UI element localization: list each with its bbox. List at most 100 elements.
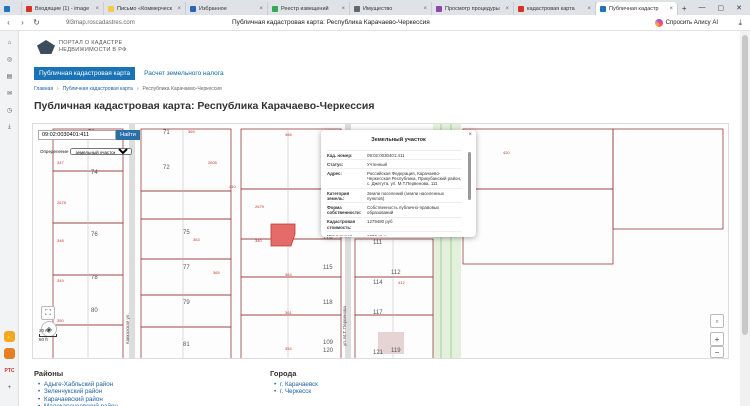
alice-panel-icon[interactable]: ◎ [4, 54, 15, 65]
tab-close-icon[interactable]: × [587, 6, 591, 12]
nav-land-tax[interactable]: Расчет земельного налога [139, 67, 228, 80]
list-link[interactable]: Адыге-Хабльский район [37, 381, 118, 389]
popup-row-key: Форма собственности: [327, 204, 362, 216]
hands-icon[interactable]: ✋ [4, 331, 15, 342]
minimize-icon[interactable]: — [699, 4, 706, 12]
history-icon[interactable]: ◷ [4, 105, 15, 116]
browser-tab[interactable]: Письмо «Коммерческ × [104, 2, 186, 15]
lot-number: 119 [391, 348, 401, 354]
popup-row-key: Кад. номер: [327, 152, 353, 158]
popup-title: Земельный участок [371, 137, 426, 143]
breadcrumb-home[interactable]: Главная [34, 86, 53, 92]
bookmarks-icon[interactable]: ▤ [4, 71, 15, 82]
roads [129, 124, 351, 358]
parcel-code: 2679 [255, 204, 265, 209]
tab-close-icon[interactable]: × [177, 6, 181, 12]
tab-close-icon[interactable]: × [259, 6, 263, 12]
rtc-icon[interactable]: PTC [4, 365, 15, 376]
tab-close-icon[interactable]: × [505, 6, 509, 12]
browser-tab[interactable]: Публичная кадастр × [596, 2, 678, 15]
regions-list: Адыге-Хабльский районЗеленчукский районК… [37, 381, 118, 406]
messenger-icon[interactable]: ✉ [4, 88, 15, 99]
popup-row: Кадастровая стоимость: 1279480 руб [327, 216, 462, 231]
list-link[interactable]: Карачаевский район [37, 396, 118, 404]
popup-close-icon[interactable]: × [468, 132, 472, 138]
parcel-code: 348 [57, 238, 64, 243]
tab-label: Реестр извещений [281, 5, 329, 12]
zoom-in-icon[interactable]: + [710, 332, 724, 346]
cadastral-map[interactable]: Кавказская ул. ул. М.Т. Первенова 707172… [32, 123, 729, 359]
lot-number: 71 [163, 130, 170, 136]
popup-row-value: Собственность публично-правовых образова… [367, 204, 440, 216]
parcel-info-popup: × Земельный участок Кад. номер: 09:02:003… [321, 130, 476, 237]
tab-label: Входящие (1) - image [35, 5, 90, 12]
alice-icon [654, 18, 663, 27]
lot-number: 112 [391, 270, 401, 276]
popup-row-value: 1279480 руб [367, 219, 393, 225]
browser-tab[interactable]: Реестр извещений × [268, 2, 350, 15]
maximize-icon[interactable]: ▢ [718, 4, 725, 12]
zoom-out-icon[interactable]: − [710, 346, 724, 358]
nav-public-map[interactable]: Публичная кадастровая карта [34, 67, 136, 80]
url-field[interactable]: 9l3map.roscadastres.com [66, 20, 135, 26]
page-scrollbar[interactable] [740, 31, 750, 406]
back-icon[interactable]: ‹ [4, 18, 13, 27]
parcel-code: 349 [57, 278, 64, 283]
parcel-code: 420 [503, 150, 510, 155]
breadcrumb-map[interactable]: Публичная кадастровая карта [63, 86, 133, 92]
popup-row: Уточненная площадь: 1000 кв.м [327, 231, 462, 236]
browser-page-title: Публичная кадастровая карта: Республика … [232, 19, 430, 26]
lot-number: 77 [183, 265, 190, 271]
tab-favicon [600, 5, 606, 12]
list-link[interactable]: г. Карачаевск [273, 381, 318, 389]
selected-parcel[interactable] [270, 223, 296, 247]
search-button[interactable]: Найти [116, 130, 140, 140]
browser-tab[interactable]: Просмотр процедуры × [432, 2, 514, 15]
browser-tab[interactable]: Имущество × [350, 2, 432, 15]
list-link[interactable]: г. Черкесск [273, 388, 318, 396]
scale-feet: 60 ft [39, 337, 48, 342]
tab-close-icon[interactable]: × [423, 6, 427, 12]
browser-tab[interactable]: кадастровая карта × [514, 2, 596, 15]
lot-number: 114 [373, 280, 383, 286]
tab-close-icon[interactable]: × [669, 6, 673, 12]
page-title: Публичная кадастровая карта: Республика … [34, 100, 375, 112]
download-icon[interactable]: ⤓ [738, 18, 742, 28]
list-link[interactable]: Зеленчукский район [37, 388, 118, 396]
tab-favicon [108, 5, 114, 12]
identify-select[interactable]: земельный участок [70, 148, 133, 155]
parcel-code: 364 [285, 272, 292, 277]
orange-app-icon[interactable] [4, 348, 15, 359]
tab-close-icon[interactable]: × [341, 6, 345, 12]
lot-number: 109 [323, 340, 334, 346]
downloads-panel-icon[interactable]: ⤓ [4, 122, 15, 133]
browser-tab[interactable] [0, 2, 22, 15]
reload-icon[interactable]: ↻ [32, 18, 41, 27]
browser-tab[interactable]: Входящие (1) - image × [22, 2, 104, 15]
new-tab-button[interactable]: + [678, 2, 691, 15]
add-panel-icon[interactable]: + [4, 382, 15, 393]
popup-row-value: Земли поселений (земли населенных пункто… [367, 190, 444, 201]
browser-tab[interactable]: Избранное × [186, 2, 268, 15]
lot-number: 72 [163, 165, 170, 171]
tab-label: Публичная кадастр [609, 5, 659, 12]
parcel-code: 354 [285, 346, 292, 351]
parcel-code: 340 [255, 238, 262, 243]
popup-row-key: Уточненная площадь: [327, 234, 363, 236]
emblem-icon [37, 40, 55, 54]
map-settings-icon[interactable]: ▫ [710, 314, 724, 328]
lot-number: 78 [91, 275, 98, 281]
tab-favicon [26, 5, 32, 12]
alice-button[interactable]: Спросить Алису AI [654, 18, 718, 27]
portal-logo[interactable]: ПОРТАЛ О КАДАСТРЕ НЕДВИЖИМОСТИ В РФ [37, 40, 127, 54]
home-icon[interactable]: ⌂ [4, 37, 15, 48]
close-window-icon[interactable]: ✕ [736, 4, 742, 12]
popup-scrollbar[interactable] [468, 152, 471, 200]
parcel-code: 2678 [57, 200, 67, 205]
scroll-thumb[interactable] [742, 35, 748, 335]
cadastral-search-input[interactable] [38, 130, 116, 140]
fullscreen-icon[interactable]: ⛶ [41, 306, 55, 320]
forward-icon[interactable]: › [18, 18, 27, 27]
tab-close-icon[interactable]: × [95, 6, 99, 12]
popup-row-value: 09:02:0030401:411 [367, 152, 405, 158]
